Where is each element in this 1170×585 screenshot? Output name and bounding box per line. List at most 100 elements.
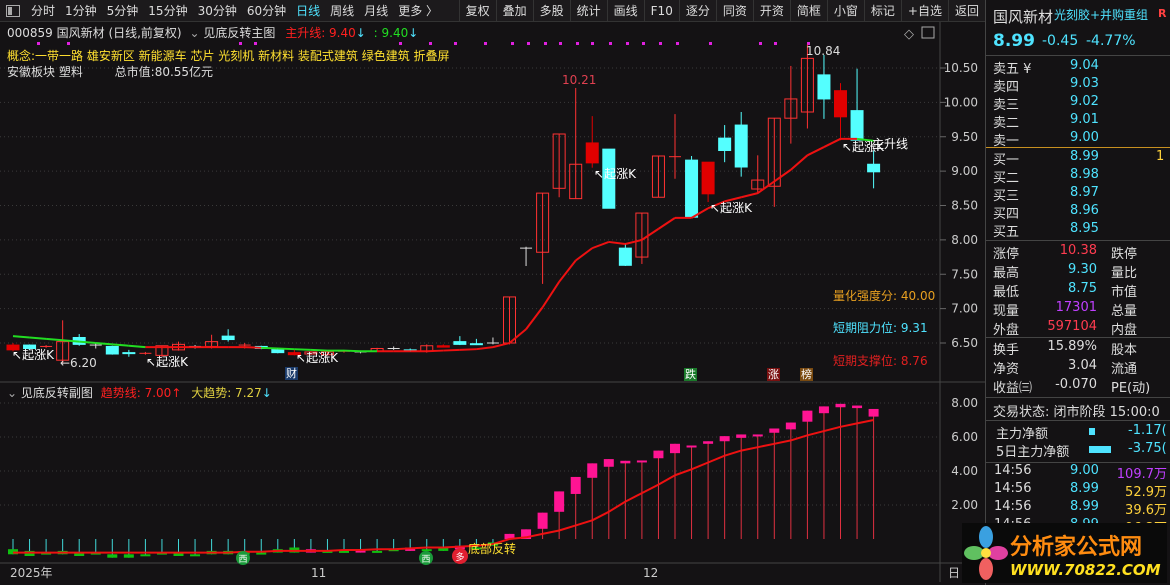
quote-row: 主力净额 -1.17(: [986, 423, 1170, 442]
main-rise-line-segment: [95, 342, 113, 346]
finance-badge[interactable]: 财: [285, 367, 298, 380]
low-label: ←6.20: [60, 356, 97, 370]
quote-row: 卖一 9.00: [986, 130, 1170, 149]
candle: [436, 344, 450, 348]
toolbar: 分时 1分钟 5分钟 15分钟 30分钟 60分钟 日线 周线 月线 更多 〉 复权 叠加 多股 统计画…: [0, 0, 985, 22]
period-tab[interactable]: 5分钟: [102, 2, 144, 19]
toolbar-button[interactable]: 多股: [532, 0, 570, 22]
trend-line-segment: [558, 524, 576, 532]
stat-label: 总量: [1111, 304, 1138, 319]
resistance-level: 短期阻力位: 9.31: [833, 320, 928, 335]
main-rise-line-segment: [740, 192, 758, 199]
period-tab[interactable]: 30分钟: [193, 2, 242, 19]
main-rise-line-segment: [459, 348, 477, 351]
main-rise-line-segment: [46, 337, 63, 342]
signal-dot: [659, 42, 662, 45]
toolbar-button[interactable]: 逐分: [678, 0, 716, 22]
stock-name: 国风新材: [993, 8, 1054, 26]
trend-line-segment: [774, 439, 792, 445]
time-label: 12: [643, 566, 658, 580]
period-tab[interactable]: 1分钟: [60, 2, 102, 19]
trend-line-segment: [327, 549, 345, 552]
candle: [767, 117, 781, 207]
trend-line-segment: [657, 474, 676, 486]
period-tab[interactable]: 分时: [26, 2, 60, 19]
rise-badge[interactable]: 涨: [767, 368, 780, 381]
indicator-name[interactable]: 见底反转主图: [203, 26, 275, 40]
toolbar-button[interactable]: 简框: [789, 0, 827, 22]
chart-info-line: 000859 国风新材 (日线,前复权) ⌄ 见底反转主图 主升线: 9.40↓…: [7, 24, 418, 41]
toolbar-button[interactable]: 统计: [569, 0, 607, 22]
stat-label: 量比: [1111, 266, 1138, 281]
period-tab[interactable]: 日线: [291, 2, 325, 19]
signal-dot: [67, 42, 70, 45]
tick-volume: 52.9万: [1125, 485, 1167, 500]
toolbar-button[interactable]: 小窗: [826, 0, 864, 22]
sidebar-toggle-icon[interactable]: [6, 4, 20, 17]
toolbar-button[interactable]: 开资: [752, 0, 790, 22]
toolbar-button[interactable]: +自选: [900, 0, 948, 22]
toolbar-button[interactable]: F10: [643, 0, 679, 22]
price-axis-label: 8.00: [951, 233, 978, 247]
sub-bar-box: [636, 460, 647, 463]
toolbar-button[interactable]: 复权: [458, 0, 496, 22]
sub-bar-box: [769, 428, 780, 433]
signal-dot: [576, 42, 579, 45]
down-arrow-icon: ↓: [408, 26, 419, 40]
trend-line-segment: [691, 461, 709, 471]
main-rise-line-segment: [443, 348, 460, 352]
period-tab[interactable]: 月线: [359, 2, 393, 19]
toolbar-button[interactable]: 标记: [863, 0, 901, 22]
diamond-icon[interactable]: ◇: [904, 27, 914, 42]
sub-bar-box: [537, 512, 548, 529]
period-tab[interactable]: 60分钟: [242, 2, 291, 19]
market-cap: 总市值:80.55亿元: [114, 65, 214, 79]
candle-body: [585, 142, 599, 164]
time-label: 11: [311, 566, 326, 580]
period-tab[interactable]: 更多 〉: [393, 2, 443, 19]
main-rise-line-segment: [575, 247, 593, 262]
main-rise-line-segment: [657, 217, 676, 230]
candle: [486, 337, 499, 345]
candle: [685, 156, 699, 218]
panel-toggle-icon[interactable]: [921, 26, 935, 39]
tick-time: 14:56: [994, 499, 1032, 514]
stat-value: 3.04: [1068, 358, 1097, 373]
quote-panel: 国风新材 光刻胶+并购重组 R 8.99 -0.45 -4.77% 卖五 ¥ 9.…: [985, 0, 1170, 585]
tick-price: 9.00: [1070, 463, 1099, 478]
quote-row: 买五 8.95: [986, 221, 1170, 240]
sub-indicator-name[interactable]: 见底反转副图: [21, 386, 93, 400]
stat-value: 15.89%: [1047, 339, 1097, 354]
quote-row: 卖四 9.03: [986, 76, 1170, 95]
svg-text:多: 多: [455, 551, 464, 563]
kline-chart[interactable]: 10.50 10.00 9.50 9.00 8.50 8.00 7.50 7.00 6.50 8.…: [0, 0, 985, 585]
quote-row: 14:56 9.00 109.7万: [986, 463, 1170, 482]
big-trend-value: 大趋势: 7.27: [191, 386, 262, 400]
toolbar-button[interactable]: 叠加: [495, 0, 533, 22]
period-tab[interactable]: 15分钟: [143, 2, 192, 19]
dropdown-icon[interactable]: ⌄: [7, 386, 17, 400]
trend-line-segment: [724, 449, 742, 457]
dropdown-icon[interactable]: ⌄: [189, 26, 199, 40]
signal-dot: [511, 42, 514, 45]
main-rise-line-segment: [608, 240, 626, 245]
main-rise-line-segment: [790, 154, 809, 171]
toolbar-button[interactable]: 同资: [715, 0, 753, 22]
candle-body: [453, 341, 467, 345]
candle: [784, 65, 798, 144]
rank-badge[interactable]: 榜: [800, 368, 813, 381]
quote-row: 收益㈢ -0.070 PE(动): [986, 377, 1170, 396]
ask-label: 卖四: [993, 80, 1020, 95]
main-rise-line-segment: [62, 339, 80, 343]
toolbar-button[interactable]: 返回: [947, 0, 985, 22]
candle: [552, 133, 566, 198]
toolbar-button[interactable]: 画线: [606, 0, 644, 22]
main-rise-line-segment: [343, 349, 361, 353]
candle: [867, 150, 881, 189]
fall-badge[interactable]: 跌: [684, 368, 697, 381]
period-tab[interactable]: 周线: [325, 2, 359, 19]
sub-bar-box: [802, 410, 813, 422]
bid-label: 买三: [993, 189, 1020, 204]
stat-value: 17301: [1055, 300, 1097, 315]
sub-bar-box: [620, 460, 631, 464]
